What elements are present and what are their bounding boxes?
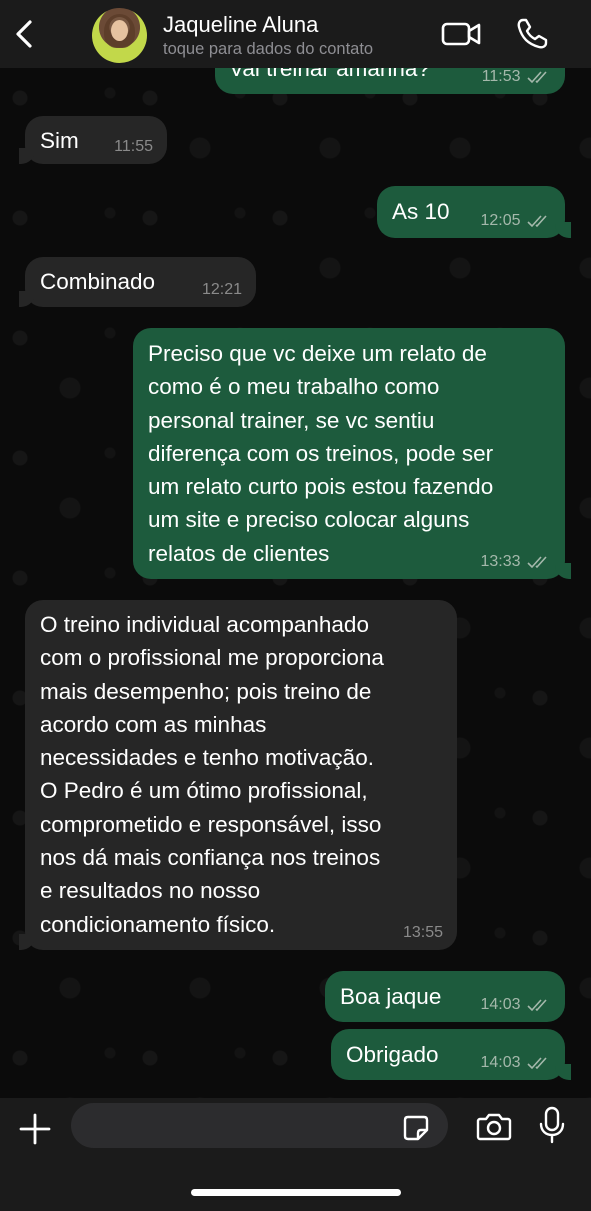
microphone-icon[interactable] (538, 1106, 566, 1144)
chat-header: Jaqueline Aluna toque para dados do cont… (0, 0, 591, 68)
phone-icon[interactable] (514, 16, 550, 52)
message-bubble-in[interactable]: Sim 11:55 (19, 116, 167, 164)
message-bubble-in[interactable]: O treino individual acompanhado com o pr… (19, 600, 457, 950)
sticker-icon[interactable] (402, 1114, 430, 1142)
message-time: 12:05 (480, 212, 521, 229)
message-input[interactable] (71, 1103, 448, 1148)
home-indicator[interactable] (191, 1189, 401, 1196)
message-text: O treino individual acompanhado com o pr… (40, 612, 384, 937)
contact-name[interactable]: Jaqueline Aluna (163, 12, 318, 38)
message-time: 13:55 (402, 924, 443, 941)
message-time: 12:21 (201, 281, 242, 298)
message-bubble-out[interactable]: As 10 12:05 (377, 186, 571, 238)
message-meta: 14:03 (481, 1054, 552, 1072)
double-check-icon (527, 1057, 547, 1069)
video-camera-icon[interactable] (440, 18, 482, 50)
message-time: 11:53 (481, 68, 521, 85)
message-meta: 14:03 (481, 996, 552, 1014)
message-time: 11:55 (114, 138, 153, 155)
camera-icon[interactable] (476, 1110, 512, 1142)
message-bubble-out[interactable]: Obrigado 14:03 (331, 1029, 571, 1080)
chevron-left-icon[interactable] (10, 18, 38, 50)
double-check-icon (527, 71, 547, 83)
avatar-face (111, 20, 128, 41)
double-check-icon (527, 215, 547, 227)
message-meta: 12:05 (481, 212, 552, 230)
double-check-icon (527, 999, 547, 1011)
double-check-icon (527, 556, 547, 568)
message-meta: 11:53 (482, 68, 551, 86)
contact-subtitle[interactable]: toque para dados do contato (163, 40, 373, 59)
plus-icon[interactable] (18, 1112, 52, 1146)
input-bar (0, 1098, 591, 1211)
message-time: 14:03 (480, 996, 521, 1013)
message-time: 13:33 (480, 553, 521, 570)
message-time: 14:03 (480, 1054, 521, 1071)
message-bubble-out[interactable]: Boa jaque 14:03 (325, 971, 565, 1022)
message-meta: 13:33 (481, 553, 552, 571)
message-text: Preciso que vc deixe um relato de como é… (148, 341, 494, 566)
avatar[interactable] (92, 8, 147, 63)
message-bubble-out[interactable]: Preciso que vc deixe um relato de como é… (133, 328, 571, 579)
message-bubble-in[interactable]: Combinado 12:21 (19, 257, 256, 307)
